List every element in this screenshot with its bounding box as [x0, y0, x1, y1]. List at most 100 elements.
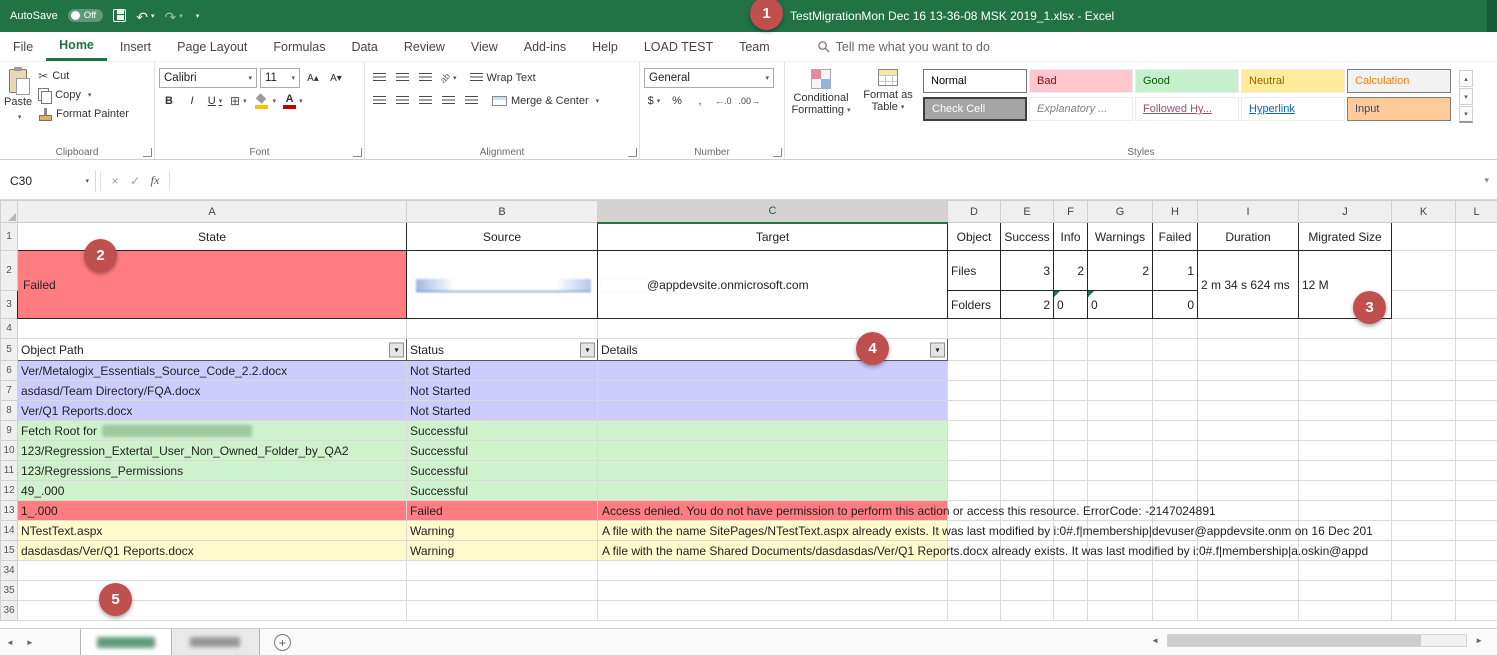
name-box[interactable]: C30	[0, 170, 96, 192]
cell[interactable]	[598, 601, 948, 621]
cell[interactable]	[948, 401, 1001, 421]
clipboard-dialog-launcher[interactable]	[143, 148, 152, 157]
format-painter-button[interactable]: Format Painter	[38, 107, 129, 120]
row-header[interactable]: 8	[1, 401, 18, 421]
cell[interactable]	[1153, 601, 1198, 621]
scroll-right-icon[interactable]: ►	[1469, 636, 1489, 645]
row-header[interactable]: 7	[1, 381, 18, 401]
tab-load-test[interactable]: LOAD TEST	[631, 32, 726, 61]
cell[interactable]	[1054, 481, 1088, 501]
row-header[interactable]: 10	[1, 441, 18, 461]
cell[interactable]	[1054, 441, 1088, 461]
cell[interactable]	[1001, 461, 1054, 481]
cell-object-path[interactable]: Ver/Metalogix_Essentials_Source_Code_2.2…	[18, 361, 407, 381]
cell[interactable]	[1299, 601, 1392, 621]
cell-details[interactable]: A file with the name Shared Documents/da…	[598, 541, 948, 561]
enter-icon[interactable]: ✓	[125, 174, 145, 188]
cell[interactable]	[1392, 501, 1456, 521]
cell[interactable]	[1001, 601, 1054, 621]
cell[interactable]	[1392, 319, 1456, 339]
gallery-expand-icon[interactable]: ▾	[1459, 106, 1473, 123]
increase-font-size-button[interactable]	[303, 68, 323, 88]
cell[interactable]	[1392, 339, 1456, 361]
cell[interactable]	[948, 319, 1001, 339]
redo-button[interactable]: ↷	[164, 8, 182, 23]
cell[interactable]	[1054, 401, 1088, 421]
underline-button[interactable]: U	[205, 91, 225, 111]
bold-button[interactable]: B	[159, 91, 179, 111]
cell[interactable]	[1198, 421, 1299, 441]
cell[interactable]	[1153, 401, 1198, 421]
cell[interactable]	[1456, 401, 1497, 421]
cell[interactable]	[18, 601, 407, 621]
tab-team[interactable]: Team	[726, 32, 783, 61]
cell-object-path[interactable]: 123/Regression_Extertal_User_Non_Owned_F…	[18, 441, 407, 461]
cell[interactable]	[1198, 581, 1299, 601]
save-icon[interactable]	[113, 9, 126, 22]
cell[interactable]	[1392, 291, 1456, 319]
cell[interactable]	[1153, 381, 1198, 401]
cell[interactable]	[1198, 561, 1299, 581]
cell[interactable]	[1456, 581, 1497, 601]
column-header-i[interactable]: I	[1198, 201, 1299, 223]
cell[interactable]	[1088, 461, 1153, 481]
cell[interactable]	[1001, 381, 1054, 401]
merge-center-button[interactable]: Merge & Center	[492, 95, 599, 107]
cell-folders-label[interactable]: Folders	[948, 291, 1001, 319]
cell[interactable]	[1054, 461, 1088, 481]
cell-status[interactable]: Not Started	[407, 381, 598, 401]
cell[interactable]	[948, 339, 1001, 361]
cell[interactable]	[1456, 251, 1497, 291]
cell[interactable]	[1153, 461, 1198, 481]
cell[interactable]	[407, 319, 598, 339]
cell[interactable]	[1054, 561, 1088, 581]
cell-style-neutral[interactable]: Neutral	[1241, 69, 1345, 93]
cell[interactable]	[1001, 421, 1054, 441]
cell-object-path[interactable]: Fetch Root for	[18, 421, 407, 441]
cell[interactable]	[1198, 481, 1299, 501]
font-color-button[interactable]	[281, 91, 305, 111]
cell[interactable]	[1153, 481, 1198, 501]
cell[interactable]	[1198, 381, 1299, 401]
column-header-a[interactable]: A	[18, 201, 407, 223]
cell-failed-header[interactable]: Failed	[1153, 223, 1198, 251]
alignment-dialog-launcher[interactable]	[628, 148, 637, 157]
cell[interactable]	[1198, 361, 1299, 381]
cell-folders-success[interactable]: 2	[1001, 291, 1054, 319]
autosave-toggle[interactable]: Off	[68, 9, 104, 22]
cell[interactable]	[598, 581, 948, 601]
cell[interactable]	[948, 461, 1001, 481]
cell[interactable]	[1001, 481, 1054, 501]
cell[interactable]	[1299, 381, 1392, 401]
cell-status[interactable]: Successful	[407, 421, 598, 441]
cell[interactable]	[1054, 381, 1088, 401]
font-name-select[interactable]: Calibri	[159, 68, 257, 88]
filter-dropdown-icon[interactable]	[580, 342, 595, 357]
cell[interactable]	[18, 319, 407, 339]
row-header[interactable]: 2	[1, 251, 18, 291]
column-header-f[interactable]: F	[1054, 201, 1088, 223]
cell[interactable]	[1392, 441, 1456, 461]
cell[interactable]	[1153, 319, 1198, 339]
cell[interactable]	[1054, 601, 1088, 621]
row-header[interactable]: 4	[1, 319, 18, 339]
cell[interactable]	[948, 361, 1001, 381]
cell[interactable]	[1001, 319, 1054, 339]
cell-details[interactable]	[598, 401, 948, 421]
copy-button[interactable]: Copy	[38, 88, 129, 102]
tell-me-box[interactable]: Tell me what you want to do	[817, 32, 990, 61]
cell[interactable]	[1392, 361, 1456, 381]
cell[interactable]	[1456, 521, 1497, 541]
row-header[interactable]: 13	[1, 501, 18, 521]
cell-migrated-size-header[interactable]: Migrated Size	[1299, 223, 1392, 251]
cell-style-followed-hyperlink[interactable]: Followed Hy...	[1135, 97, 1239, 121]
gallery-scroll-down-icon[interactable]: ▾	[1459, 88, 1473, 105]
tab-data[interactable]: Data	[338, 32, 390, 61]
cell-style-bad[interactable]: Bad	[1029, 69, 1133, 93]
sheet-nav-right-icon[interactable]: ►	[20, 629, 40, 655]
customize-qat-button[interactable]	[193, 8, 200, 23]
cell-state-value[interactable]: Failed	[18, 251, 407, 319]
row-header[interactable]: 5	[1, 339, 18, 361]
cell[interactable]	[948, 441, 1001, 461]
cell-files-warnings[interactable]: 2	[1088, 251, 1153, 291]
